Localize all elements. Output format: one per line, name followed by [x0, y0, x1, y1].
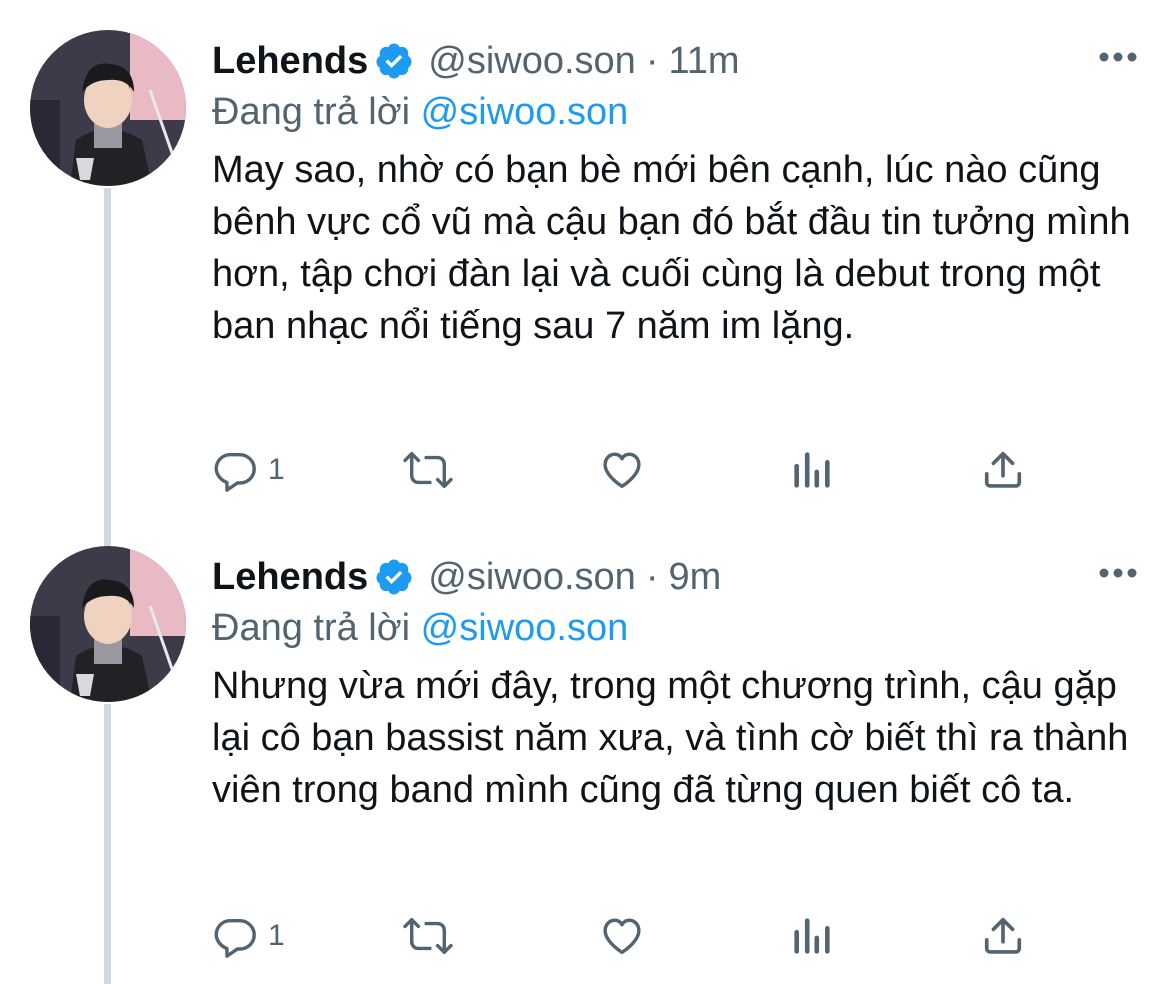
tweet[interactable]: Lehends @siwoo.son · 9m Đang trả lời @si…	[0, 530, 1170, 984]
analytics-icon	[792, 913, 832, 959]
retweet-button[interactable]	[398, 908, 458, 964]
like-button[interactable]	[598, 908, 646, 964]
share-button[interactable]	[980, 442, 1026, 498]
timestamp[interactable]: 11m	[668, 40, 739, 83]
verified-badge-icon	[374, 41, 414, 81]
like-heart-icon	[598, 447, 646, 493]
retweet-icon	[398, 447, 458, 493]
separator-dot: ·	[645, 555, 659, 598]
tweet-header: Lehends @siwoo.son · 11m	[212, 36, 1140, 86]
analytics-icon	[792, 447, 832, 493]
analytics-button[interactable]	[792, 908, 832, 964]
retweet-button[interactable]	[398, 442, 458, 498]
verified-badge-icon	[374, 557, 414, 597]
author-handle[interactable]: @siwoo.son	[428, 556, 636, 599]
avatar[interactable]	[30, 30, 186, 186]
tweet-actions: 1	[212, 442, 1052, 498]
more-options-icon[interactable]	[1096, 42, 1140, 72]
reply-count: 1	[268, 919, 285, 952]
reply-icon	[212, 447, 258, 493]
share-button[interactable]	[980, 908, 1026, 964]
tweet-text: May sao, nhờ có bạn bè mới bên cạnh, lúc…	[212, 149, 1131, 347]
reply-button[interactable]: 1	[212, 442, 285, 498]
replying-to: Đang trả lời @siwoo.son	[212, 86, 1140, 138]
replying-to-label: Đang trả lời	[212, 91, 411, 133]
separator-dot: ·	[645, 39, 659, 82]
reply-icon	[212, 913, 258, 959]
reply-count: 1	[268, 453, 285, 486]
replying-to: Đang trả lời @siwoo.son	[212, 602, 1140, 654]
retweet-icon	[398, 913, 458, 959]
analytics-button[interactable]	[792, 442, 832, 498]
author-handle[interactable]: @siwoo.son	[428, 40, 636, 83]
tweet[interactable]: Lehends @siwoo.son · 11m Đang trả lời @s…	[0, 0, 1170, 530]
like-heart-icon	[598, 913, 646, 959]
reply-button[interactable]: 1	[212, 908, 285, 964]
timestamp[interactable]: 9m	[668, 556, 721, 599]
tweet-header: Lehends @siwoo.son · 9m	[212, 552, 1140, 602]
reply-mention-link[interactable]: @siwoo.son	[421, 607, 629, 649]
author-name[interactable]: Lehends	[212, 556, 368, 599]
share-icon	[980, 913, 1026, 959]
more-options-icon[interactable]	[1096, 558, 1140, 588]
like-button[interactable]	[598, 442, 646, 498]
tweet-actions: 1	[212, 908, 1052, 964]
share-icon	[980, 447, 1026, 493]
author-name[interactable]: Lehends	[212, 40, 368, 83]
avatar[interactable]	[30, 546, 186, 702]
replying-to-label: Đang trả lời	[212, 607, 411, 649]
reply-mention-link[interactable]: @siwoo.son	[421, 91, 629, 133]
tweet-text: Nhưng vừa mới đây, trong một chương trìn…	[212, 665, 1129, 811]
